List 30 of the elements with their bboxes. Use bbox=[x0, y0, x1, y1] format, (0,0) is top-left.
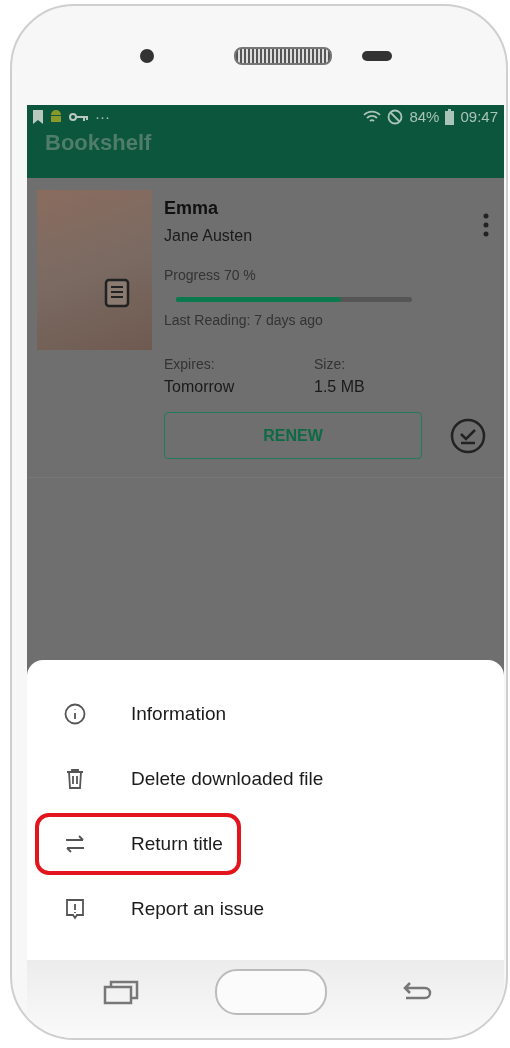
expires-value: Tomorrow bbox=[164, 378, 236, 396]
sensor bbox=[361, 50, 392, 61]
progress-label: Progress 70 % bbox=[164, 267, 257, 283]
last-reading: Last Reading: 7 days ago bbox=[164, 312, 324, 328]
notification-overflow: ··· bbox=[95, 108, 110, 125]
menu-item[interactable]: Information bbox=[35, 683, 245, 745]
home-button[interactable] bbox=[214, 969, 327, 1015]
report-icon bbox=[63, 897, 87, 921]
bookmark-icon bbox=[33, 109, 43, 124]
wifi-icon bbox=[363, 108, 382, 125]
menu-item[interactable]: Delete downloaded file bbox=[35, 748, 342, 810]
menu-item[interactable]: Report an issue bbox=[35, 878, 283, 940]
download-done-icon[interactable] bbox=[450, 417, 486, 454]
app-title: Bookshelf bbox=[45, 129, 152, 157]
more-options-icon[interactable] bbox=[482, 212, 490, 238]
book-author: Jane Austen bbox=[164, 227, 253, 245]
battery-percent: 84% bbox=[409, 108, 440, 125]
recent-apps-icon[interactable] bbox=[103, 979, 139, 1005]
document-icon bbox=[104, 278, 130, 308]
expires-label: Expires: bbox=[164, 356, 216, 372]
battery-icon bbox=[445, 108, 455, 125]
do-not-disturb-icon bbox=[387, 108, 404, 125]
camera-lens bbox=[139, 48, 154, 63]
clock: 09:47 bbox=[460, 108, 498, 125]
key-icon bbox=[69, 111, 89, 122]
book-title: Emma bbox=[164, 198, 220, 219]
menu-item[interactable]: Return title bbox=[35, 813, 241, 875]
info-icon bbox=[63, 702, 87, 726]
size-label: Size: bbox=[314, 356, 347, 372]
size-value: 1.5 MB bbox=[314, 378, 366, 396]
